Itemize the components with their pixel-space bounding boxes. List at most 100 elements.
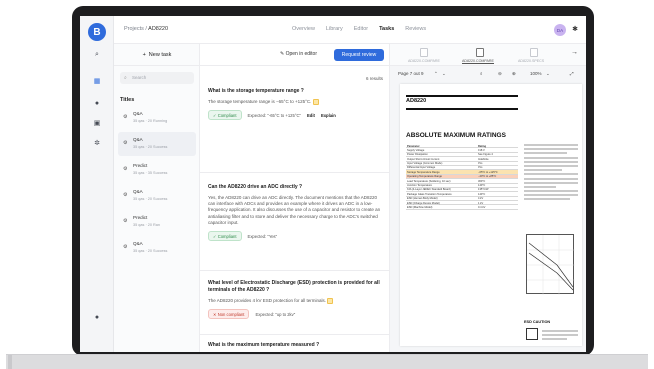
- laptop-base-notch: [8, 355, 12, 369]
- open-in-editor-label: Open in editor: [285, 51, 318, 57]
- qa-question: What level of Electrostatic Discharge (E…: [208, 280, 380, 293]
- pdf-rule: [406, 108, 518, 110]
- page-up-icon[interactable]: ⌃: [434, 71, 438, 77]
- open-in-editor-button[interactable]: ✎ Open in editor: [280, 51, 317, 57]
- page-down-icon[interactable]: ⌄: [442, 71, 446, 77]
- breadcrumb-current: AD8220: [148, 26, 169, 32]
- tab-overview[interactable]: Overview: [292, 26, 315, 32]
- explain-button[interactable]: Explain: [321, 113, 336, 118]
- request-review-button[interactable]: Request review: [334, 49, 384, 61]
- task-type-icon: ⚙: [123, 192, 128, 198]
- task-search-input[interactable]: ⌕ Search: [120, 72, 194, 84]
- text-column: [524, 144, 578, 203]
- file-icon: [420, 48, 428, 57]
- status-label: Compliant: [217, 112, 237, 118]
- grid-icon[interactable]: ▦: [92, 76, 102, 86]
- search-icon: ⌕: [124, 75, 127, 81]
- status-badge: ✓ Compliant: [208, 231, 242, 242]
- qa-answer: The storage temperature range is −65°C t…: [208, 99, 312, 105]
- task-type: Q&A: [133, 241, 143, 246]
- user-avatar[interactable]: DA: [554, 24, 566, 36]
- app-logo[interactable]: B: [88, 23, 106, 41]
- pdf-rule: [406, 95, 518, 97]
- task-item[interactable]: ⚙ Q&A 35 qas · 20 Running: [118, 106, 196, 130]
- settings-icon[interactable]: ✲: [92, 138, 102, 148]
- search-placeholder: Search: [132, 75, 147, 80]
- zoom-in-icon[interactable]: ⊕: [512, 71, 516, 77]
- pdf-page: AD8220 ABSOLUTE MAXIMUM RATINGS Paramete…: [400, 84, 582, 346]
- next-arrow-icon[interactable]: →: [571, 49, 578, 56]
- breadcrumb-projects[interactable]: Projects: [124, 26, 144, 32]
- new-task-button[interactable]: + New task: [114, 44, 200, 66]
- esd-caution-heading: ESD CAUTION: [524, 320, 551, 324]
- chevron-down-icon[interactable]: ⌄: [546, 71, 550, 77]
- task-meta: 35 qas · 20 Success: [133, 249, 168, 253]
- divider: [200, 270, 390, 271]
- file-tab[interactable]: AD8220.SPECS: [518, 59, 544, 63]
- task-item[interactable]: ⚙ Predict 35 qas · 20 Ran: [118, 210, 196, 234]
- pdf-title: AD8220: [406, 98, 427, 104]
- edit-icon: ✎: [280, 51, 285, 57]
- table-row: ESD (Machine Model) 0.4 kV: [406, 205, 518, 210]
- task-item-selected[interactable]: ⚙ Q&A 35 qas · 20 Success: [118, 132, 196, 156]
- source-highlight-icon[interactable]: [312, 99, 319, 105]
- qa-item: What is the storage temperature range ? …: [208, 88, 384, 121]
- laptop-base: [6, 354, 648, 369]
- task-item[interactable]: ⚙ Q&A 35 qas · 20 Success: [118, 184, 196, 208]
- tab-tasks[interactable]: Tasks: [379, 26, 394, 32]
- expand-icon[interactable]: ⤢: [570, 71, 574, 76]
- top-bar: Projects / AD8220 Overview Library Edito…: [114, 16, 586, 44]
- breadcrumb: Projects / AD8220: [124, 26, 168, 32]
- file-tab[interactable]: AD8220.COMPARE: [408, 59, 440, 63]
- task-type-icon: ⚙: [123, 114, 128, 120]
- derating-curves: [527, 235, 575, 295]
- results-count: 6 results: [365, 76, 383, 81]
- plus-icon: +: [142, 51, 146, 58]
- task-meta: 35 qas · 20 Ran: [133, 223, 161, 227]
- task-item[interactable]: ⚙ Predict 35 qas · 35 Success: [118, 158, 196, 182]
- edit-button[interactable]: Edit: [307, 113, 315, 118]
- pdf-heading: ABSOLUTE MAXIMUM RATINGS: [406, 132, 506, 139]
- file-tab-active[interactable]: AD8220.COMPARE: [462, 59, 494, 64]
- esd-text: [542, 330, 578, 343]
- status-badge: ✕ Non compliant: [208, 309, 250, 320]
- search-icon[interactable]: ⌕: [480, 71, 483, 76]
- source-highlight-icon[interactable]: [327, 298, 334, 304]
- file-tabs: AD8220.COMPARE AD8220.COMPARE AD8220.SPE…: [390, 44, 586, 66]
- esd-warning-icon: [526, 328, 538, 340]
- tab-library[interactable]: Library: [326, 26, 343, 32]
- task-type: Q&A: [133, 137, 143, 142]
- qa-question: What is the maximum temperature measured…: [208, 342, 320, 348]
- task-type: Predict: [133, 163, 148, 168]
- task-item[interactable]: ⚙ Q&A 35 qas · 20 Success: [118, 236, 196, 260]
- task-type: Q&A: [133, 189, 143, 194]
- divider: [200, 334, 390, 335]
- qa-item: Can the AD8220 drive an ADC directly ? Y…: [208, 184, 384, 242]
- expected-value: Expected: "-65°C to +125°C": [247, 112, 302, 118]
- task-type-icon: ⚙: [123, 218, 128, 224]
- task-type-icon: ⚙: [123, 166, 128, 172]
- divider: [200, 172, 390, 173]
- expected-value: Expected: "up to 2kv": [255, 311, 296, 317]
- main-tabs: Overview Library Editor Tasks Reviews: [292, 26, 426, 32]
- circle-icon[interactable]: ●: [92, 98, 102, 108]
- tab-editor[interactable]: Editor: [354, 26, 368, 32]
- gear-icon[interactable]: ✱: [572, 25, 578, 33]
- status-label: Compliant: [217, 233, 237, 239]
- results-toolbar: ✎ Open in editor Request review: [200, 44, 390, 66]
- task-type: Q&A: [133, 111, 143, 116]
- account-icon[interactable]: ●: [92, 312, 102, 322]
- derating-graph: [526, 234, 575, 295]
- zoom-level[interactable]: 100%: [530, 71, 542, 76]
- tab-reviews[interactable]: Reviews: [405, 26, 426, 32]
- zoom-out-icon[interactable]: ⊖: [498, 71, 502, 77]
- task-meta: 35 qas · 20 Success: [133, 197, 168, 201]
- task-sidebar: + New task ⌕ Search Titles ⚙ Q&A 35 qas …: [114, 44, 200, 352]
- file-icon: [476, 48, 484, 57]
- search-icon[interactable]: ⌕: [92, 50, 102, 60]
- qa-item: What level of Electrostatic Discharge (E…: [208, 280, 384, 320]
- document-viewer: AD8220.COMPARE AD8220.COMPARE AD8220.SPE…: [390, 44, 586, 352]
- pdf-toolbar: Page 7 out 9 ⌃ ⌄ ⌕ ⊖ ⊕ 100% ⌄ ⤢: [390, 66, 586, 82]
- qa-answer: Yes, the AD8220 can drive an ADC directl…: [208, 195, 381, 225]
- chat-icon[interactable]: ▣: [92, 118, 102, 128]
